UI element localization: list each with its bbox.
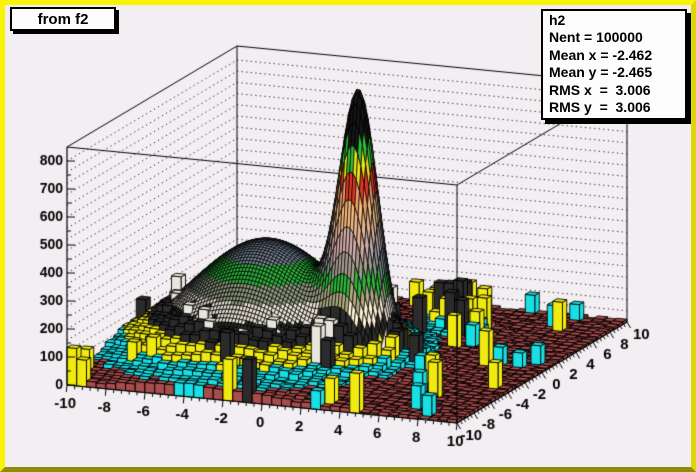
stats-rms-x: RMS x = 3.006 <box>549 82 685 99</box>
stats-hist-name: h2 <box>549 12 685 29</box>
stats-mean-x: Mean x = -2.462 <box>549 47 685 64</box>
stats-entries: Nent = 100000 <box>549 29 685 46</box>
title-box[interactable]: from f2 <box>10 7 116 31</box>
stats-box[interactable]: h2 Nent = 100000 Mean x = -2.462 Mean y … <box>541 9 687 120</box>
stats-rms-y: RMS y = 3.006 <box>549 99 685 116</box>
root-canvas-window: from f2 h2 Nent = 100000 Mean x = -2.462… <box>0 0 696 472</box>
page-title: from f2 <box>38 11 89 28</box>
stats-mean-y: Mean y = -2.465 <box>549 64 685 81</box>
